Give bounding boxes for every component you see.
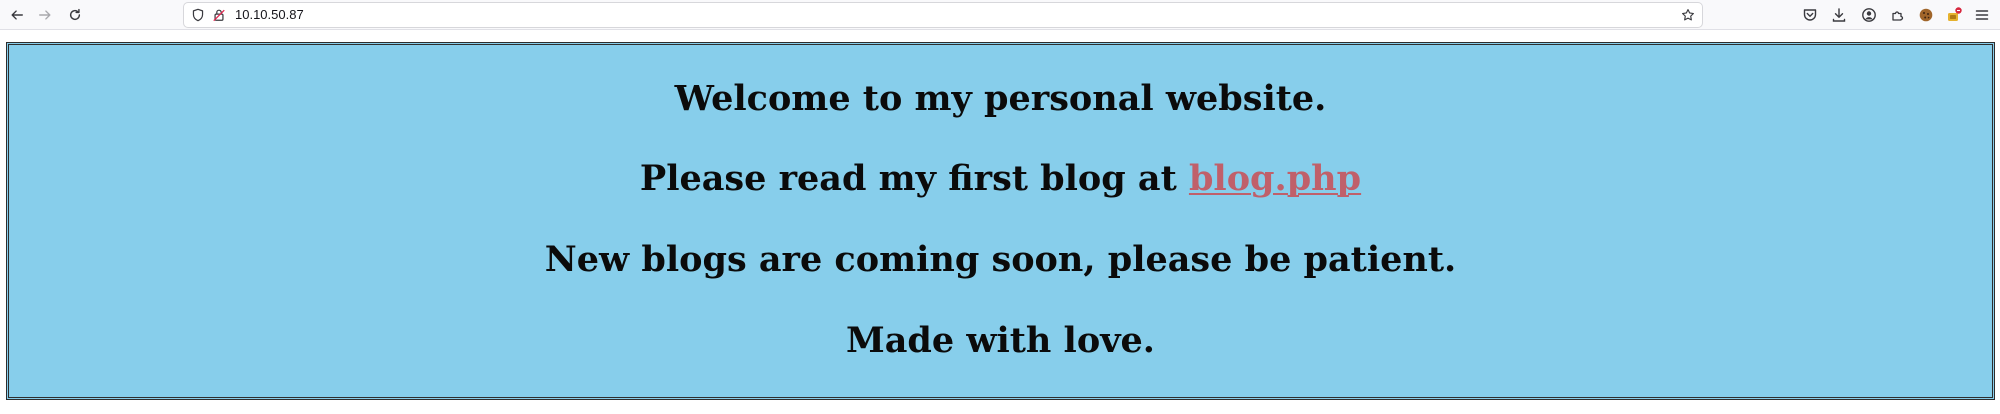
made-with-love-heading: Made with love. [845,320,1155,361]
cookie-icon[interactable] [1917,6,1935,24]
welcome-heading: Welcome to my personal website. [674,78,1327,119]
browser-toolbar: 10.10.50.87 [0,0,2000,30]
arrow-left-icon [11,10,23,20]
download-icon[interactable] [1830,6,1848,24]
blog-invite-heading: Please read my first blog at blog.php [9,159,1992,199]
reload-icon [69,8,81,21]
site-info-icon[interactable] [212,8,226,22]
arrow-right-icon [39,10,51,20]
page-content: Welcome to my personal website. Please r… [9,45,1992,397]
hamburger-menu-icon[interactable] [1973,6,1991,24]
star-icon[interactable] [1681,8,1695,22]
back-button[interactable] [6,4,28,26]
extension-badge-icon[interactable] [1945,6,1963,24]
address-bar[interactable]: 10.10.50.87 [183,2,1703,28]
coming-soon-heading: New blogs are coming soon, please be pat… [544,239,1457,280]
pocket-icon[interactable] [1801,6,1819,24]
blog-link[interactable]: blog.php [1189,158,1361,199]
reload-button[interactable] [64,4,86,26]
extensions-icon[interactable] [1889,6,1907,24]
page-content-frame: Welcome to my personal website. Please r… [6,42,1995,400]
url-text[interactable]: 10.10.50.87 [235,3,304,27]
account-icon[interactable] [1860,6,1878,24]
shield-icon[interactable] [191,8,205,22]
forward-button[interactable] [34,4,56,26]
blog-invite-text: Please read my first blog at [639,158,1189,199]
